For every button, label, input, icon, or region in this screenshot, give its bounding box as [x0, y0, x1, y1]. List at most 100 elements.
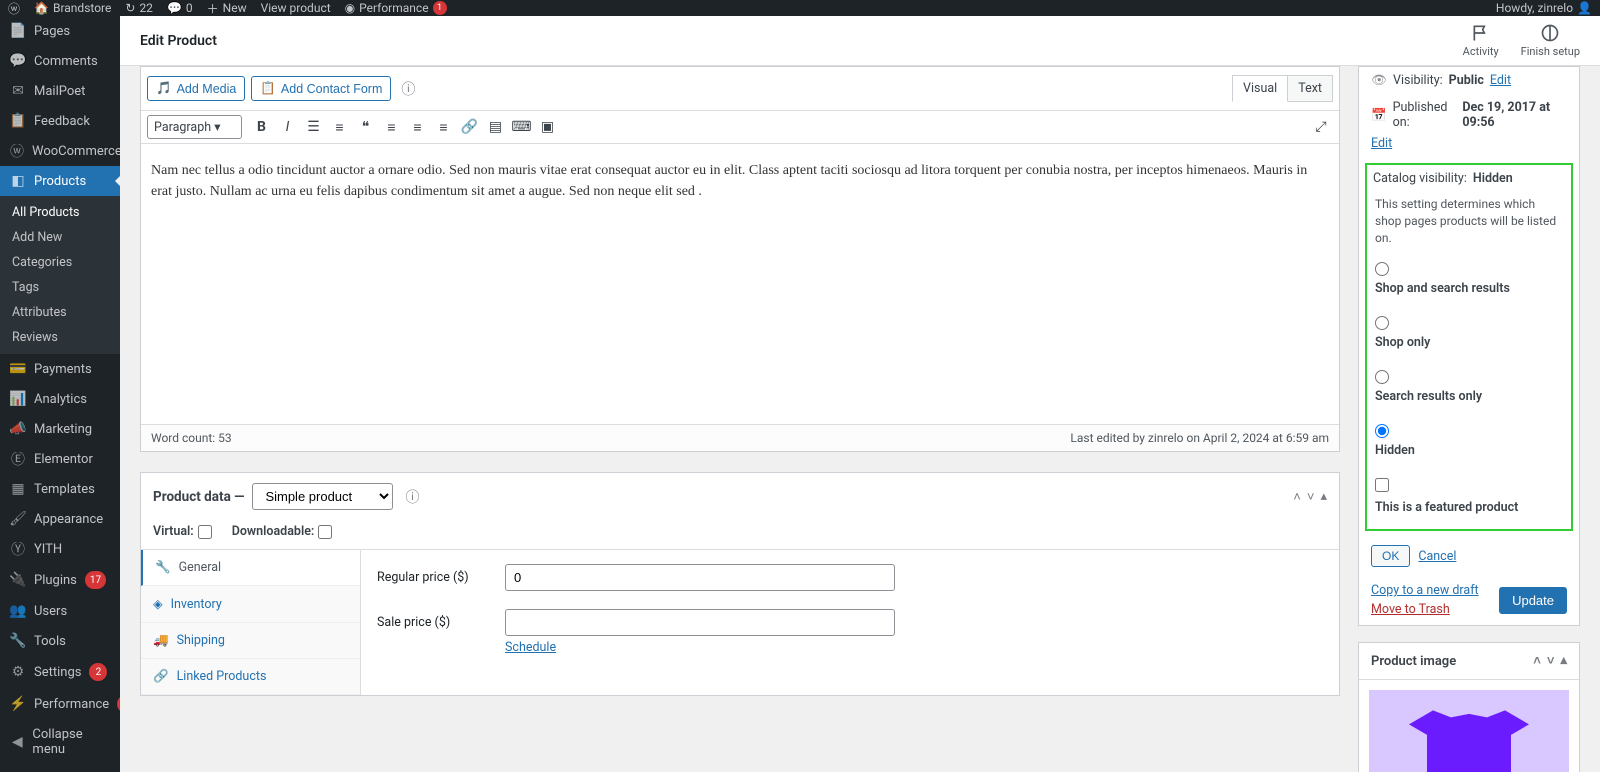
submenu-reviews[interactable]: Reviews: [0, 325, 120, 350]
submenu-attributes[interactable]: Attributes: [0, 300, 120, 325]
submenu-tags[interactable]: Tags: [0, 275, 120, 300]
italic-button[interactable]: I: [276, 115, 300, 139]
submenu-all-products[interactable]: All Products: [0, 200, 120, 225]
published-edit-link[interactable]: Edit: [1371, 136, 1392, 151]
sidebar-item-collapse[interactable]: ◀Collapse menu: [0, 720, 120, 764]
featured-checkbox[interactable]: [1375, 478, 1389, 492]
visibility-edit-link[interactable]: Edit: [1490, 73, 1511, 88]
sale-price-input[interactable]: [505, 609, 895, 636]
panel-down-icon[interactable]: ˅: [1307, 489, 1315, 505]
align-left-button[interactable]: ≡: [380, 115, 404, 139]
copy-draft-link[interactable]: Copy to a new draft: [1371, 583, 1479, 598]
cancel-link[interactable]: Cancel: [1418, 549, 1456, 564]
update-button[interactable]: Update: [1499, 587, 1567, 614]
circle-half-icon: [1540, 23, 1560, 43]
updates-count[interactable]: ↻ 22: [125, 1, 153, 15]
sidebar-item-marketing[interactable]: 📣Marketing: [0, 414, 120, 444]
sidebar-item-comments[interactable]: 💬Comments: [0, 46, 120, 76]
sidebar-item-tools[interactable]: 🔧Tools: [0, 626, 120, 656]
link-button[interactable]: 🔗: [458, 115, 482, 139]
sidebar-item-pages[interactable]: 📄Pages: [0, 16, 120, 46]
main-content: Edit Product Activity Finish setup 🎵Add …: [120, 16, 1600, 772]
box-down-icon[interactable]: ˅: [1547, 653, 1555, 669]
numlist-button[interactable]: ≡: [328, 115, 352, 139]
tshirt-graphic: [1409, 710, 1529, 772]
paragraph-select[interactable]: Paragraph ▾: [147, 115, 242, 139]
align-center-button[interactable]: ≡: [406, 115, 430, 139]
catalog-radio-hidden[interactable]: [1375, 424, 1389, 438]
add-media-button[interactable]: 🎵Add Media: [147, 76, 245, 101]
panel-collapse-icon[interactable]: ▴: [1320, 489, 1327, 505]
expand-button[interactable]: ⤢: [1309, 115, 1333, 139]
new-link[interactable]: ＋ New: [207, 0, 247, 17]
activity-button[interactable]: Activity: [1463, 23, 1499, 58]
sidebar-item-payments[interactable]: 💳Payments: [0, 354, 120, 384]
appearance-icon: 🖌: [10, 511, 26, 527]
product-image-preview[interactable]: [1369, 690, 1569, 772]
sidebar-item-performance[interactable]: ⚡Performance1: [0, 688, 120, 720]
editor-body[interactable]: Nam nec tellus a odio tincidunt auctor a…: [141, 144, 1339, 424]
sale-price-label: Sale price ($): [377, 615, 487, 630]
feedback-icon: 📋: [10, 113, 26, 129]
media-icon: 🎵: [156, 81, 172, 96]
schedule-link[interactable]: Schedule: [505, 640, 556, 655]
pd-tab-general[interactable]: 🔧General: [141, 550, 360, 586]
sidebar-item-templates[interactable]: ▦Templates: [0, 474, 120, 504]
sidebar-item-elementor[interactable]: ⒺElementor: [0, 444, 120, 474]
editor-tab-visual[interactable]: Visual: [1232, 75, 1288, 102]
sidebar-item-plugins[interactable]: 🔌Plugins17: [0, 564, 120, 596]
catalog-radio-search-only[interactable]: [1375, 370, 1389, 384]
fullscreen-button[interactable]: ▣: [536, 115, 560, 139]
sidebar-item-settings[interactable]: ⚙Settings2: [0, 656, 120, 688]
page-icon: 📄: [10, 23, 26, 39]
analytics-icon: 📊: [10, 391, 26, 407]
help-icon[interactable]: ⓘ: [401, 79, 415, 99]
more-button[interactable]: ▤: [484, 115, 508, 139]
sidebar-item-users[interactable]: 👥Users: [0, 596, 120, 626]
finish-setup-button[interactable]: Finish setup: [1521, 23, 1580, 58]
admin-bar: ⓦ 🏠 Brandstore ↻ 22 💬 0 ＋ New View produ…: [0, 0, 1600, 16]
submenu-categories[interactable]: Categories: [0, 250, 120, 275]
sidebar-item-yith[interactable]: ⓎYITH: [0, 534, 120, 564]
sidebar-item-mailpoet[interactable]: ✉MailPoet: [0, 76, 120, 106]
panel-up-icon[interactable]: ˄: [1293, 489, 1301, 505]
bold-button[interactable]: B: [250, 115, 274, 139]
sidebar-item-products[interactable]: ◧Products: [0, 166, 120, 196]
pd-tab-linked[interactable]: 🔗Linked Products: [141, 659, 360, 695]
comments-count[interactable]: 💬 0: [167, 1, 193, 15]
wp-logo[interactable]: ⓦ: [8, 0, 20, 17]
catalog-label-shop-only: Shop only: [1375, 335, 1563, 350]
box-up-icon[interactable]: ˄: [1533, 653, 1541, 669]
catalog-radio-shop-search[interactable]: [1375, 262, 1389, 276]
virtual-checkbox[interactable]: [198, 525, 212, 539]
add-contact-form-button[interactable]: 📋Add Contact Form: [251, 76, 391, 101]
product-data-box: Product data — Simple product ⓘ ˄ ˅ ▴ Vi…: [140, 472, 1340, 696]
comment-icon: 💬: [10, 53, 26, 69]
downloadable-checkbox[interactable]: [318, 525, 332, 539]
howdy-user[interactable]: Howdy, zinrelo 👤: [1496, 1, 1592, 15]
catalog-value: Hidden: [1473, 171, 1513, 186]
move-trash-link[interactable]: Move to Trash: [1371, 602, 1479, 617]
align-right-button[interactable]: ≡: [432, 115, 456, 139]
ok-button[interactable]: OK: [1371, 545, 1410, 567]
truck-icon: 🚚: [153, 633, 169, 648]
site-name[interactable]: 🏠 Brandstore: [34, 1, 111, 15]
product-type-help-icon[interactable]: ⓘ: [405, 487, 419, 507]
pd-tab-shipping[interactable]: 🚚Shipping: [141, 623, 360, 659]
sidebar-item-analytics[interactable]: 📊Analytics: [0, 384, 120, 414]
quote-button[interactable]: ❝: [354, 115, 378, 139]
performance-link[interactable]: ◉ Performance 1: [345, 1, 447, 15]
pd-tab-inventory[interactable]: ◈Inventory: [141, 586, 360, 623]
sidebar-item-woocommerce[interactable]: ⓦWooCommerce: [0, 136, 120, 166]
view-product-link[interactable]: View product: [261, 1, 331, 15]
box-collapse-icon[interactable]: ▴: [1560, 653, 1567, 669]
submenu-add-new[interactable]: Add New: [0, 225, 120, 250]
product-type-select[interactable]: Simple product: [252, 483, 393, 510]
editor-tab-text[interactable]: Text: [1288, 75, 1333, 102]
regular-price-input[interactable]: [505, 564, 895, 591]
sidebar-item-feedback[interactable]: 📋Feedback: [0, 106, 120, 136]
toolbar-toggle-button[interactable]: ⌨: [510, 115, 534, 139]
sidebar-item-appearance[interactable]: 🖌Appearance: [0, 504, 120, 534]
bullets-button[interactable]: ☰: [302, 115, 326, 139]
catalog-radio-shop-only[interactable]: [1375, 316, 1389, 330]
